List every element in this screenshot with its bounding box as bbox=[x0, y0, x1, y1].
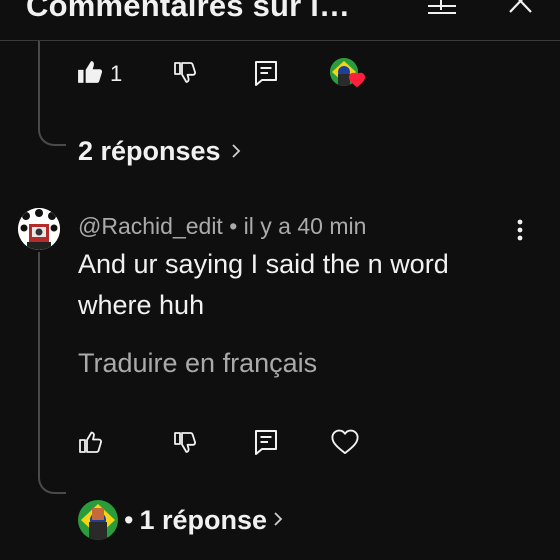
thumbs-up-filled-icon bbox=[78, 61, 103, 83]
thread-line bbox=[38, 41, 40, 111]
dislike-button[interactable] bbox=[170, 428, 198, 456]
reply-button[interactable] bbox=[252, 427, 280, 457]
thumbs-down-icon bbox=[174, 62, 196, 83]
comment-meta: @Rachid_edit • il y a 40 min bbox=[78, 213, 366, 240]
heart-outline-icon bbox=[331, 429, 359, 455]
close-icon[interactable] bbox=[506, 0, 534, 14]
sliders-icon[interactable] bbox=[424, 0, 460, 16]
view-replies-label: 2 réponses bbox=[78, 136, 221, 166]
view-nested-replies-button[interactable]: • 1 réponse bbox=[78, 500, 283, 540]
more-vert-icon bbox=[517, 219, 523, 241]
comment-text: And ur saying I said the n word where hu… bbox=[78, 244, 508, 326]
heart-icon bbox=[348, 72, 366, 93]
header-divider bbox=[0, 40, 560, 41]
thread-curve bbox=[38, 108, 66, 146]
comment-time: il y a 40 min bbox=[243, 213, 367, 239]
nested-separator: • bbox=[124, 504, 134, 535]
translate-link[interactable]: Traduire en français bbox=[78, 348, 317, 379]
thumbs-down-icon bbox=[174, 432, 196, 453]
view-replies-button[interactable]: 2 réponses bbox=[78, 136, 241, 167]
creator-heart-badge bbox=[330, 58, 368, 90]
thread-curve bbox=[38, 470, 66, 494]
chevron-right-icon bbox=[231, 139, 241, 165]
dislike-button[interactable] bbox=[170, 58, 198, 86]
avatar[interactable] bbox=[18, 208, 60, 250]
heart-button[interactable] bbox=[330, 428, 360, 456]
reply-button[interactable] bbox=[252, 58, 280, 88]
reply-comment-icon bbox=[255, 430, 277, 455]
more-options-button[interactable] bbox=[506, 214, 534, 246]
like-count: 1 bbox=[110, 61, 123, 86]
thread-line bbox=[38, 252, 40, 478]
like-button[interactable] bbox=[76, 428, 104, 456]
meta-separator: • bbox=[229, 213, 238, 239]
nested-replies-label: 1 réponse bbox=[139, 504, 268, 535]
thumbs-up-icon bbox=[79, 431, 102, 453]
like-button[interactable] bbox=[76, 58, 104, 86]
panel-title: Commentaires sur l… bbox=[26, 0, 351, 23]
reply-avatar bbox=[78, 500, 118, 540]
chevron-right-icon bbox=[273, 507, 283, 533]
reply-comment-icon bbox=[255, 61, 277, 86]
comment-text-line-2: where huh bbox=[78, 290, 205, 320]
comment-text-line-1: And ur saying I said the n word bbox=[78, 249, 449, 279]
comment-author[interactable]: @Rachid_edit bbox=[78, 213, 223, 239]
